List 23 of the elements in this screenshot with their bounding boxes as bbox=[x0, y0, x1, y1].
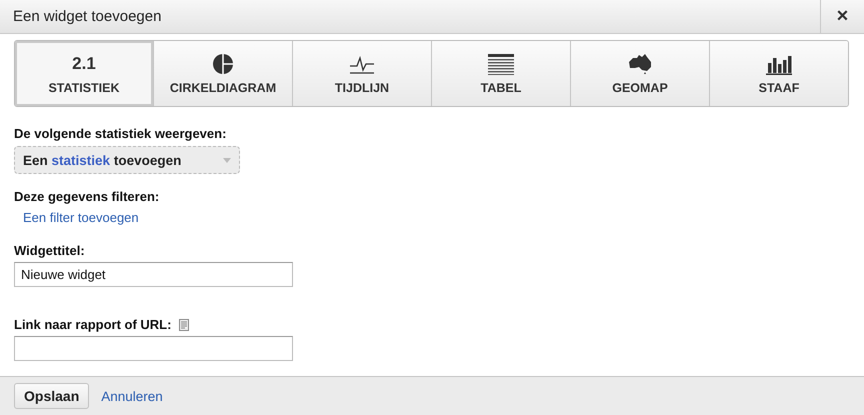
url-input[interactable] bbox=[14, 336, 293, 361]
table-icon bbox=[488, 52, 514, 74]
map-icon bbox=[627, 52, 653, 74]
caret-icon bbox=[223, 158, 231, 162]
cancel-link[interactable]: Annuleren bbox=[101, 388, 163, 404]
widget-type-tab[interactable]: TIJDLIJN bbox=[292, 41, 431, 106]
window-title: Een widget toevoegen bbox=[12, 7, 162, 27]
metric-dropdown[interactable]: Een statistiek toevoegen bbox=[14, 146, 240, 174]
field-label: Link naar rapport of URL: bbox=[14, 317, 172, 332]
widget-type-tab[interactable]: STAAF bbox=[709, 41, 848, 106]
widget-type-tab[interactable]: CIRKELDIAGRAM bbox=[153, 41, 292, 106]
pie-chart-icon bbox=[210, 52, 236, 74]
close-button[interactable]: × bbox=[820, 0, 864, 33]
field-label: De volgende statistiek weergeven: bbox=[14, 126, 226, 141]
widget-type-tab[interactable]: GEOMAP bbox=[570, 41, 709, 106]
page-icon bbox=[179, 318, 190, 330]
widget-type-tab[interactable]: 2.1 STATISTIEK bbox=[15, 41, 153, 106]
save-button[interactable]: Opslaan bbox=[14, 383, 90, 409]
title-input[interactable]: Nieuwe widget bbox=[14, 262, 293, 287]
widget-type-tab[interactable]: TABEL bbox=[431, 41, 570, 106]
field-label: Deze gegevens filteren: bbox=[14, 189, 160, 204]
add-filter-link[interactable]: Een filter toevoegen bbox=[23, 210, 139, 225]
field-label: Widgettitel: bbox=[14, 243, 85, 258]
